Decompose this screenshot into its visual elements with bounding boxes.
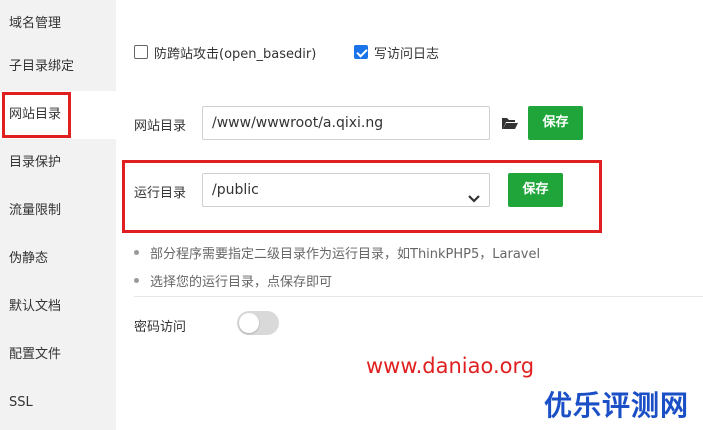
sidebar-item-domain[interactable]: 域名管理: [0, 0, 116, 48]
open-basedir-option[interactable]: 防跨站攻击(open_basedir): [134, 43, 317, 62]
sidebar-item-dir-protection[interactable]: 目录保护: [0, 139, 116, 187]
bullet-dot-icon: [134, 278, 139, 283]
sidebar-item-default-doc[interactable]: 默认文档: [0, 283, 116, 331]
sidebar: 域名管理 子目录绑定 网站目录 目录保护 流量限制 伪静态 默认文档 配置文件 …: [0, 0, 116, 430]
sidebar-item-site-directory[interactable]: 网站目录: [0, 91, 116, 139]
tip-text: 选择您的运行目录，点保存即可: [150, 275, 333, 290]
sidebar-item-label: 伪静态: [9, 251, 49, 266]
sidebar-item-label: 配置文件: [9, 347, 62, 362]
site-dir-save-button[interactable]: 保存: [528, 106, 583, 140]
sidebar-item-label: SSL: [9, 395, 33, 410]
run-dir-select[interactable]: /public: [202, 173, 490, 207]
sidebar-item-label: 流量限制: [9, 203, 62, 218]
run-dir-selected-value: /public: [212, 182, 259, 198]
access-log-option[interactable]: 写访问日志: [354, 43, 440, 62]
site-dir-input[interactable]: /www/wwwroot/a.qixi.ng: [202, 106, 490, 140]
run-dir-label: 运行目录: [134, 186, 187, 201]
open-basedir-label: 防跨站攻击(open_basedir): [154, 46, 317, 62]
watermark-url: www.daniao.org: [366, 354, 535, 378]
sidebar-item-label: 网站目录: [9, 107, 62, 122]
site-dir-label: 网站目录: [134, 119, 187, 134]
access-log-checkbox[interactable]: [354, 45, 368, 59]
bullet-dot-icon: [134, 250, 139, 255]
toggle-knob: [239, 313, 259, 333]
folder-open-icon[interactable]: [501, 115, 519, 129]
password-access-toggle[interactable]: [237, 311, 279, 335]
sidebar-item-rewrite[interactable]: 伪静态: [0, 235, 116, 283]
sidebar-item-config-file[interactable]: 配置文件: [0, 331, 116, 379]
password-access-label: 密码访问: [134, 320, 187, 335]
watermark-brand: 优乐评测网: [544, 389, 690, 422]
chevron-down-icon: [467, 184, 481, 203]
divider: [134, 296, 703, 297]
access-log-label: 写访问日志: [374, 46, 440, 62]
sidebar-item-label: 目录保护: [9, 155, 62, 170]
tip-text: 部分程序需要指定二级目录作为运行目录，如ThinkPHP5，Laravel: [150, 247, 541, 262]
sidebar-item-label: 子目录绑定: [9, 59, 75, 74]
sidebar-item-label: 默认文档: [9, 299, 62, 314]
open-basedir-checkbox[interactable]: [134, 45, 148, 59]
sidebar-item-ssl[interactable]: SSL: [0, 379, 116, 427]
tip-item: 部分程序需要指定二级目录作为运行目录，如ThinkPHP5，Laravel: [134, 243, 540, 262]
tip-item: 选择您的运行目录，点保存即可: [134, 271, 332, 290]
sidebar-item-subdir-binding[interactable]: 子目录绑定: [0, 43, 116, 91]
run-dir-save-button[interactable]: 保存: [508, 173, 563, 207]
sidebar-item-traffic-limit[interactable]: 流量限制: [0, 187, 116, 235]
sidebar-item-label: 域名管理: [9, 16, 62, 31]
